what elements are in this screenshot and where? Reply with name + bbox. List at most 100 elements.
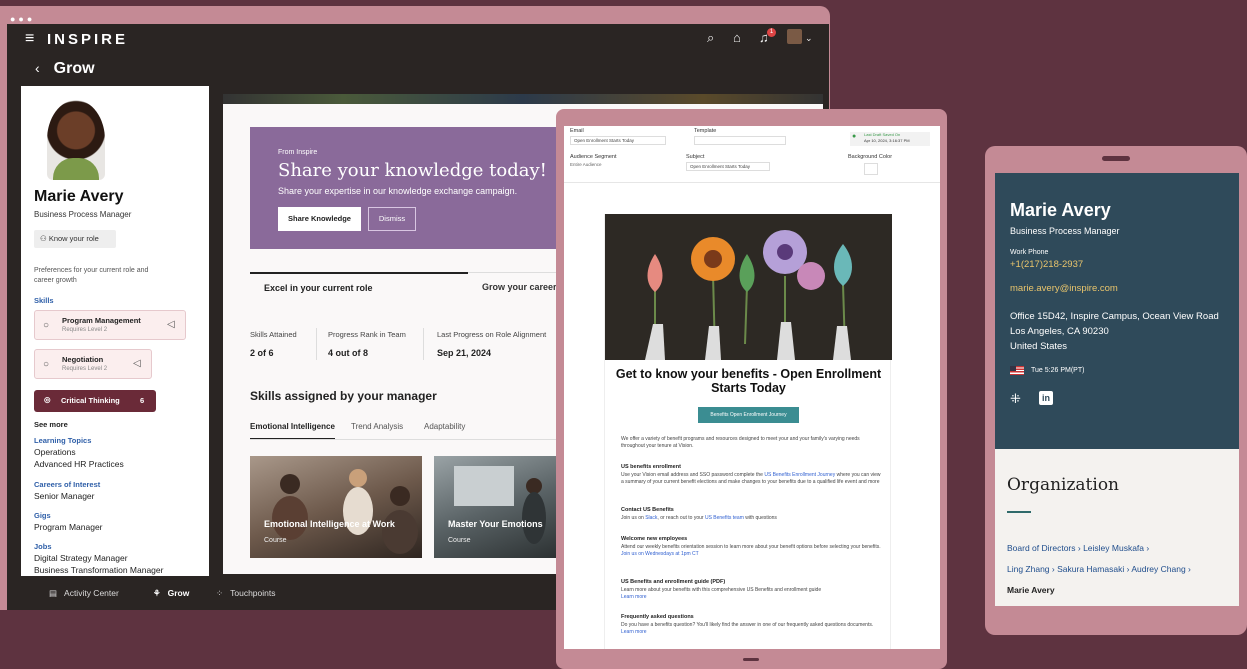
chevron-down-icon[interactable]: ⌄ [805,33,813,44]
chevron-left-icon[interactable]: ‹ [35,60,40,76]
section-text: , or reach out to your [657,515,704,521]
saved-value: Apr 10, 2024, 3:16:37 PM [864,138,910,143]
skill-name: Critical Thinking [61,396,120,405]
app-logo: INSPIRE [47,31,129,48]
share-knowledge-button[interactable]: Share Knowledge [278,207,361,231]
top-bar: ≡ INSPIRE ⌕ ⌂ ♫ 1 ⌄ [7,24,829,54]
skill-program-management[interactable]: ○ Program Management Requires Level 2 ◁ [34,310,186,340]
nav-label: Touchpoints [230,588,276,598]
avatar[interactable] [787,29,802,44]
section-body: Attend our weekly benefits orientation s… [621,544,883,557]
tab-emotional-intelligence[interactable]: Emotional Intelligence [250,422,335,440]
org-link[interactable]: Leisley Muskafa [1083,543,1144,553]
section-heading: Frequently asked questions [621,614,694,620]
organization-title: Organization [1007,475,1120,495]
benefits-journey-button[interactable]: Benefits Open Enrollment Journey [698,407,799,423]
touchpoints-icon: ⁘ [216,588,224,598]
email-preview: Get to know your benefits - Open Enrollm… [604,214,892,649]
email-title: Get to know your benefits - Open Enrollm… [615,367,882,395]
org-path-row: Ling Zhang › Sakura Hamasaki › Audrey Ch… [1007,564,1191,574]
org-chart-icon: ⚇ [40,234,49,243]
tab-grow-career[interactable]: Grow your career [482,273,557,292]
role-tabs: Excel in your current role Grow your car… [250,272,580,302]
megaphone-icon[interactable]: ◁ [133,358,141,369]
profile-photo [47,100,105,180]
tablet-device: Email Open Enrollment Starts Today Templ… [556,109,947,669]
org-link[interactable]: Audrey Chang [1131,564,1185,574]
chevron-right-icon: › [1188,564,1191,574]
check-icon: ● [852,133,857,140]
course-title: Emotional Intelligence at Work [264,519,395,529]
bg-color-label: Background Color [848,154,893,160]
course-title: Master Your Emotions [448,519,543,529]
linkedin-icon[interactable]: in [1039,391,1053,405]
course-card[interactable]: Emotional Intelligence at Work Course [250,456,422,558]
stat-label: Skills Attained [250,330,297,339]
enrollment-journey-link[interactable]: US Benefits Enrollment Journey [764,472,835,478]
org-link[interactable]: Board of Directors [1007,543,1076,553]
section-body: Use your Vision email address and SSO pa… [621,472,883,485]
section-body: Do you have a benefits question? You'll … [621,622,883,635]
template-select[interactable] [694,136,786,145]
stat-value: Sep 21, 2024 [437,348,492,358]
save-status: ● Last Draft Saved On Apr 10, 2024, 3:16… [850,132,930,146]
email-link[interactable]: marie.avery@inspire.com [1010,283,1118,294]
job-item: Business Transformation Manager [34,565,164,575]
work-phone-link[interactable]: +1(217)218-2937 [1010,259,1083,270]
template-label: Template [694,128,717,134]
window-dots: ●●● [10,14,36,24]
org-link[interactable]: Sakura Hamasaki [1057,564,1124,574]
color-swatch[interactable] [864,163,878,175]
section-heading: US Benefits and enrollment guide (PDF) [621,579,726,585]
address-line: Los Angeles, CA 90230 [1010,326,1109,337]
skill-name: Negotiation [62,355,104,364]
stat-value: 2 of 6 [250,348,274,358]
section-text: Join us on [621,515,644,521]
phone-device: Marie Avery Business Process Manager Wor… [985,146,1247,635]
slack-link[interactable]: Slack [645,515,657,521]
tab-current-role[interactable]: Excel in your current role [250,272,468,302]
know-your-role-label: Know your role [48,234,99,243]
saved-label: Last Draft Saved On [864,132,901,137]
orientation-link[interactable]: Join us on Wednesdays at 1pm CT [621,551,699,557]
profile-role: Business Process Manager [34,210,132,219]
notification-badge: 1 [767,28,776,37]
nav-label: Activity Center [64,588,119,598]
tab-trend-analysis[interactable]: Trend Analysis [351,422,403,431]
see-more-link[interactable]: See more [34,420,68,429]
home-icon[interactable]: ⌂ [733,30,741,45]
section-text: with questions [745,515,777,521]
stat-value: 4 out of 8 [328,348,368,358]
promo-text: Share your expertise in our knowledge ex… [278,186,518,196]
email-select[interactable]: Open Enrollment Starts Today [570,136,666,145]
skill-negotiation[interactable]: ○ Negotiation Requires Level 2 ◁ [34,349,152,379]
grow-icon: ⚘ [153,588,161,598]
tablet-screen: Email Open Enrollment Starts Today Templ… [564,126,940,649]
contact-name: Marie Avery [1010,200,1111,220]
local-time: Tue 5:26 PM(PT) [1031,367,1085,374]
divider [423,328,424,360]
nav-grow[interactable]: ⚘ Grow [153,588,189,599]
work-phone-label: Work Phone [1010,249,1049,256]
section-text: Use your Vision email address and SSO pa… [621,472,763,478]
benefits-team-link[interactable]: US Benefits team [705,515,744,521]
slack-icon[interactable]: ⁜ [1010,391,1021,407]
org-link[interactable]: Ling Zhang [1007,564,1050,574]
megaphone-icon[interactable]: ◁ [167,319,175,330]
activity-icon: ▤ [49,588,58,598]
tab-adaptability[interactable]: Adaptability [424,422,465,431]
skill-requirement: Requires Level 2 [62,366,108,372]
search-icon[interactable]: ⌕ [707,30,714,46]
skill-critical-thinking[interactable]: ◎ Critical Thinking 6 [34,390,156,412]
audience-label: Audience Segment [570,154,617,160]
nav-touchpoints[interactable]: ⁘ Touchpoints [216,588,276,599]
promo-from: From Inspire [278,149,318,156]
nav-activity-center[interactable]: ▤ Activity Center [49,588,119,599]
hamburger-icon[interactable]: ≡ [25,30,34,48]
dismiss-button[interactable]: Dismiss [368,207,416,231]
learn-more-link[interactable]: Learn more [621,594,647,600]
learn-more-link[interactable]: Learn more [621,629,647,635]
course-card[interactable]: Master Your Emotions Course [434,456,564,558]
know-your-role-button[interactable]: ⚇ Know your role [34,230,116,248]
subject-input[interactable]: Open Enrollment Starts Today [686,162,770,171]
